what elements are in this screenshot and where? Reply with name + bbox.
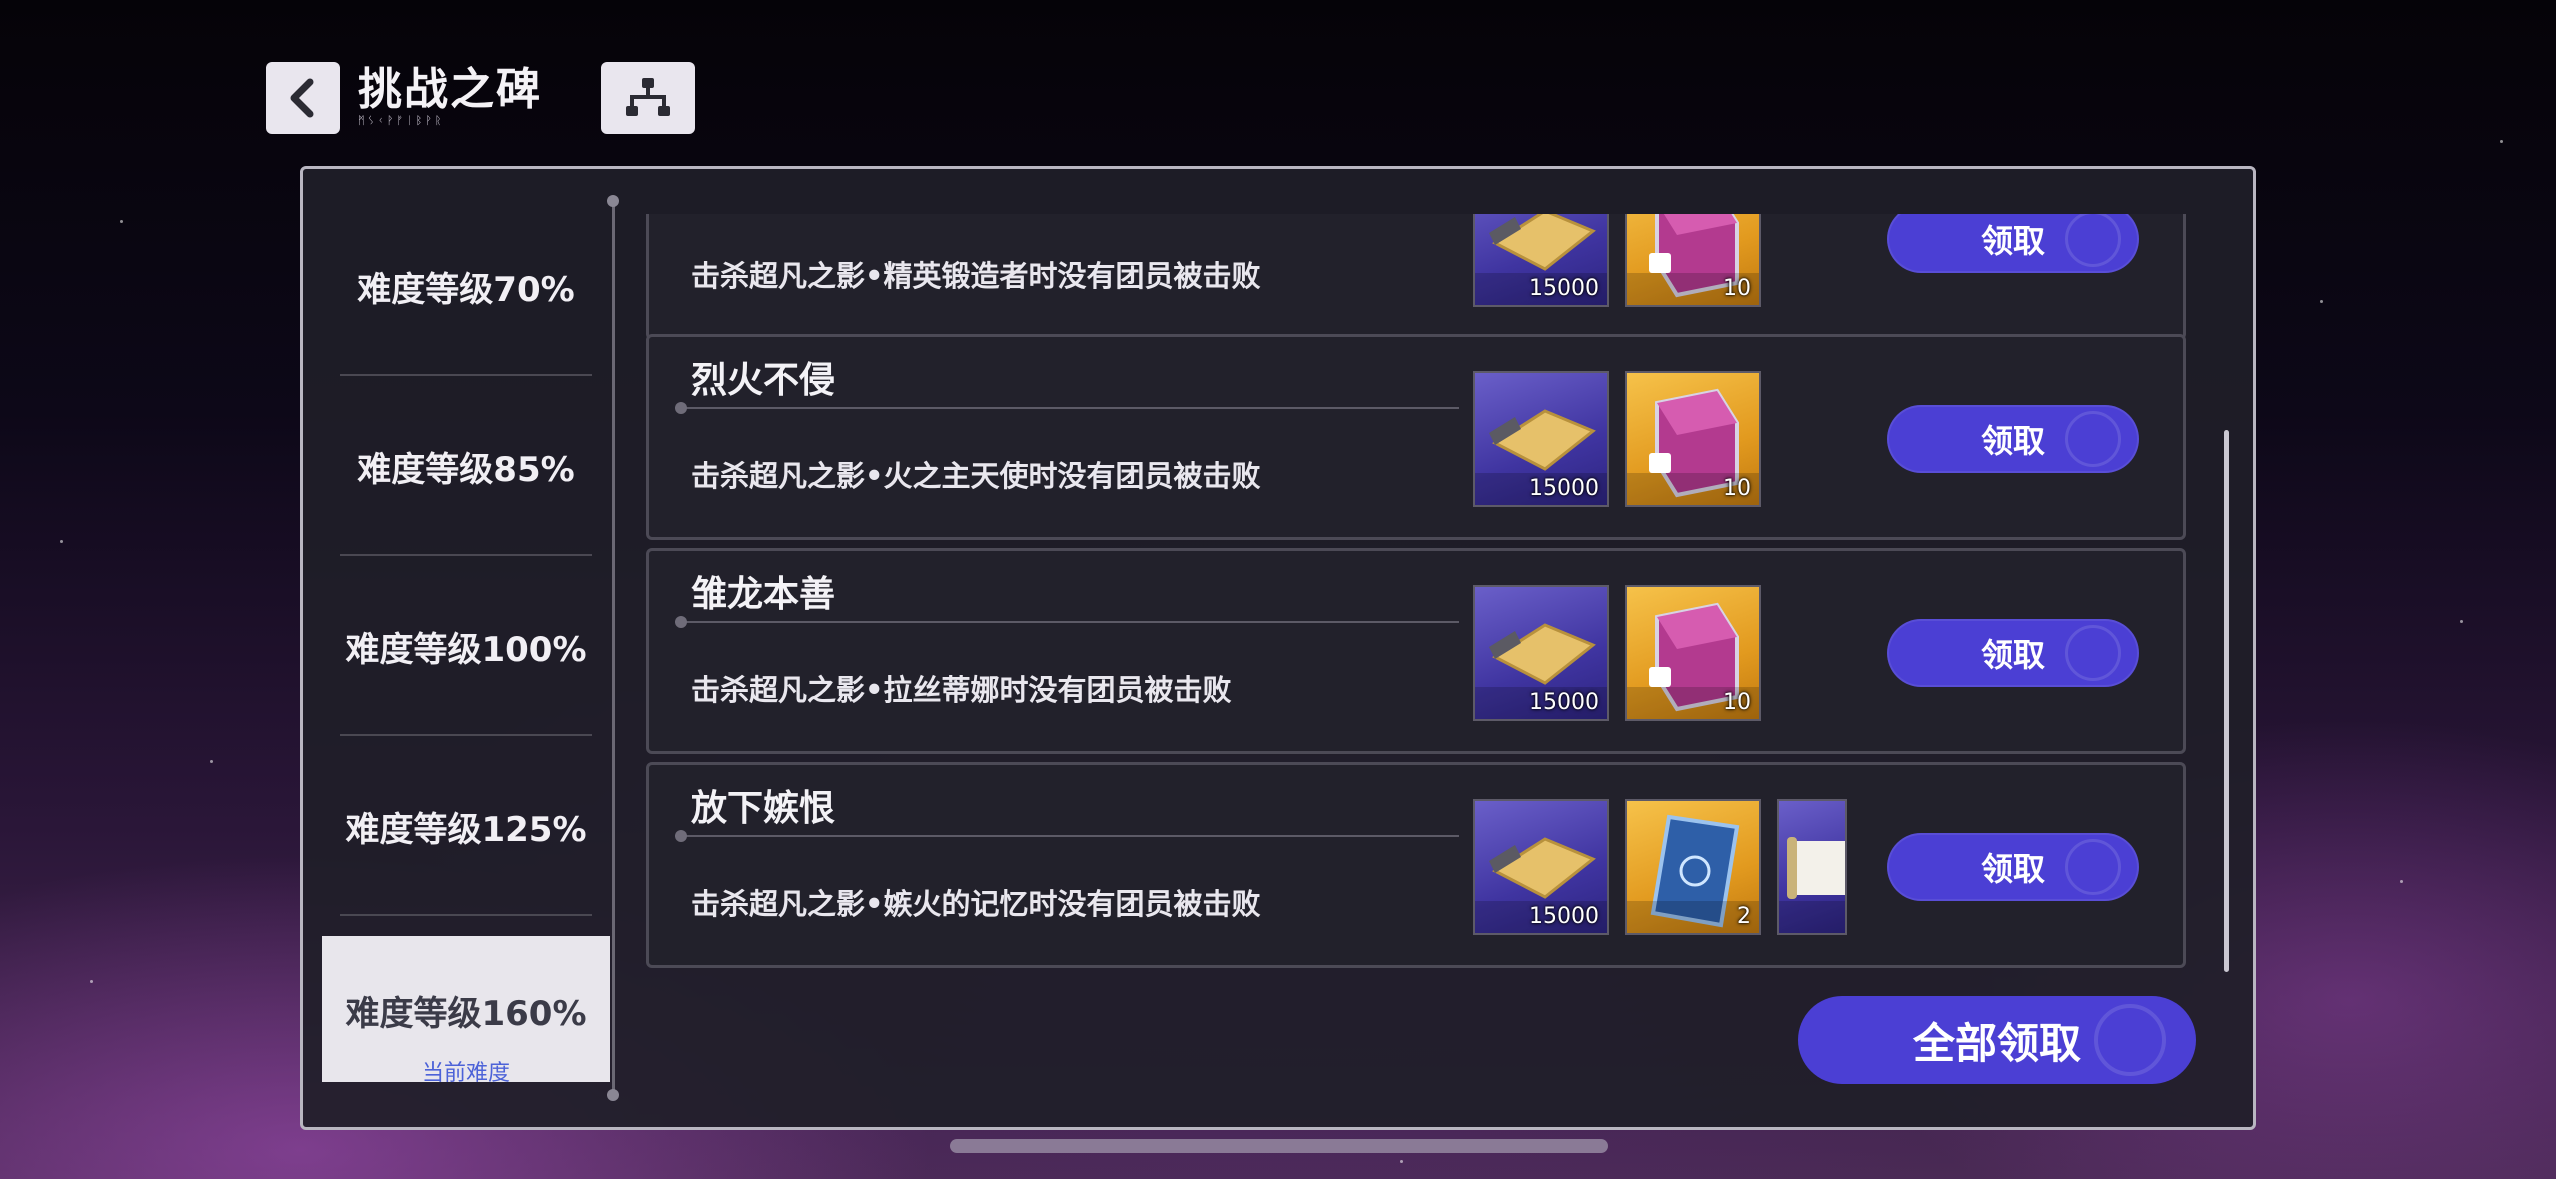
sidebar-divider-line xyxy=(612,200,615,1094)
hierarchy-button[interactable] xyxy=(601,62,695,134)
sidebar-item-label: 难度等级160% xyxy=(345,994,587,1034)
challenge-list[interactable]: 击杀超凡之影•精英锻造者时没有团员被击败 15000 10 领取 烈火不侵 击杀… xyxy=(646,214,2188,974)
sidebar-item-100[interactable]: 难度等级100% xyxy=(340,556,592,736)
sidebar-item-label: 难度等级100% xyxy=(345,629,587,670)
claim-all-button[interactable]: 全部领取 xyxy=(1798,996,2196,1084)
sidebar-item-label: 难度等级85% xyxy=(357,449,575,490)
home-indicator[interactable] xyxy=(950,1139,1608,1153)
reward-qty: 15000 xyxy=(1529,276,1599,301)
claim-button-deco xyxy=(2065,839,2121,895)
sidebar-item-85[interactable]: 难度等级85% xyxy=(340,376,592,556)
card-title: 雏龙本善 xyxy=(691,574,836,615)
card-title: 烈火不侵 xyxy=(691,360,836,401)
card-divider xyxy=(675,616,1459,628)
list-scrollbar[interactable] xyxy=(2224,430,2229,972)
claim-all-deco xyxy=(2094,1004,2166,1076)
reward-item[interactable]: 10 xyxy=(1625,371,1761,507)
reward-item[interactable]: 2 xyxy=(1625,799,1761,935)
claim-button-label: 领取 xyxy=(1980,850,2045,888)
claim-button[interactable]: 领取 xyxy=(1887,405,2139,473)
challenge-card: 击杀超凡之影•精英锻造者时没有团员被击败 15000 10 领取 xyxy=(646,214,2186,340)
card-description: 击杀超凡之影•火之主天使时没有团员被击败 xyxy=(691,459,1261,493)
reward-qty: 10 xyxy=(1723,276,1751,301)
claim-all-label: 全部领取 xyxy=(1912,1018,2081,1068)
claim-button-deco xyxy=(2065,625,2121,681)
sidebar-item-125[interactable]: 难度等级125% xyxy=(340,736,592,916)
claim-button-deco xyxy=(2065,411,2121,467)
reward-item[interactable]: 15000 xyxy=(1473,214,1609,307)
reward-qty: 10 xyxy=(1723,690,1751,715)
card-description: 击杀超凡之影•精英锻造者时没有团员被击败 xyxy=(691,259,1261,293)
card-divider xyxy=(675,830,1459,842)
hierarchy-icon xyxy=(626,78,670,116)
sidebar-item-label: 难度等级125% xyxy=(345,809,587,850)
chevron-left-icon xyxy=(290,78,314,118)
page-title-group: 挑战之碑 ᛗᛊᚲᚹᚠᛁᛒᚹᚱ xyxy=(358,62,542,127)
claim-button[interactable]: 领取 xyxy=(1887,833,2139,901)
reward-qty: 2 xyxy=(1737,904,1751,929)
claim-button-label: 领取 xyxy=(1980,422,2045,460)
current-difficulty-tag: 当前难度 xyxy=(421,1061,510,1082)
divider-dot xyxy=(607,1089,619,1101)
claim-button-label: 领取 xyxy=(1980,222,2045,260)
card-description: 击杀超凡之影•嫉火的记忆时没有团员被击败 xyxy=(691,887,1261,921)
reward-item[interactable]: 10 xyxy=(1625,214,1761,307)
reward-qty: 10 xyxy=(1723,476,1751,501)
sidebar-item-160-active[interactable]: 难度等级160% 当前难度 xyxy=(322,936,610,1082)
challenge-card: 烈火不侵 击杀超凡之影•火之主天使时没有团员被击败 15000 10 领取 xyxy=(646,334,2186,540)
challenge-card: 雏龙本善 击杀超凡之影•拉丝蒂娜时没有团员被击败 15000 10 领取 xyxy=(646,548,2186,754)
card-title: 放下嫉恨 xyxy=(691,788,836,829)
reward-item[interactable]: 15000 xyxy=(1473,371,1609,507)
reward-item[interactable]: 15000 xyxy=(1473,799,1609,935)
sidebar-item-70[interactable]: 难度等级70% xyxy=(340,196,592,376)
card-description: 击杀超凡之影•拉丝蒂娜时没有团员被击败 xyxy=(691,673,1232,707)
claim-button-deco xyxy=(2065,214,2121,267)
claim-button[interactable]: 领取 xyxy=(1887,619,2139,687)
difficulty-sidebar: 难度等级70% 难度等级85% 难度等级100% 难度等级125% 难度等级16… xyxy=(300,166,612,1130)
page-title: 挑战之碑 xyxy=(358,64,542,115)
reward-item[interactable] xyxy=(1777,799,1847,935)
card-divider xyxy=(675,402,1459,414)
reward-qty: 15000 xyxy=(1529,904,1599,929)
reward-item[interactable]: 15000 xyxy=(1473,585,1609,721)
reward-qty: 15000 xyxy=(1529,476,1599,501)
claim-button[interactable]: 领取 xyxy=(1887,214,2139,273)
reward-item[interactable]: 10 xyxy=(1625,585,1761,721)
sidebar-item-label: 难度等级70% xyxy=(357,269,575,310)
challenge-card: 放下嫉恨 击杀超凡之影•嫉火的记忆时没有团员被击败 15000 2 领取 xyxy=(646,762,2186,968)
claim-button-label: 领取 xyxy=(1980,636,2045,674)
back-button[interactable] xyxy=(266,62,340,134)
reward-qty: 15000 xyxy=(1529,690,1599,715)
divider-dot xyxy=(607,195,619,207)
